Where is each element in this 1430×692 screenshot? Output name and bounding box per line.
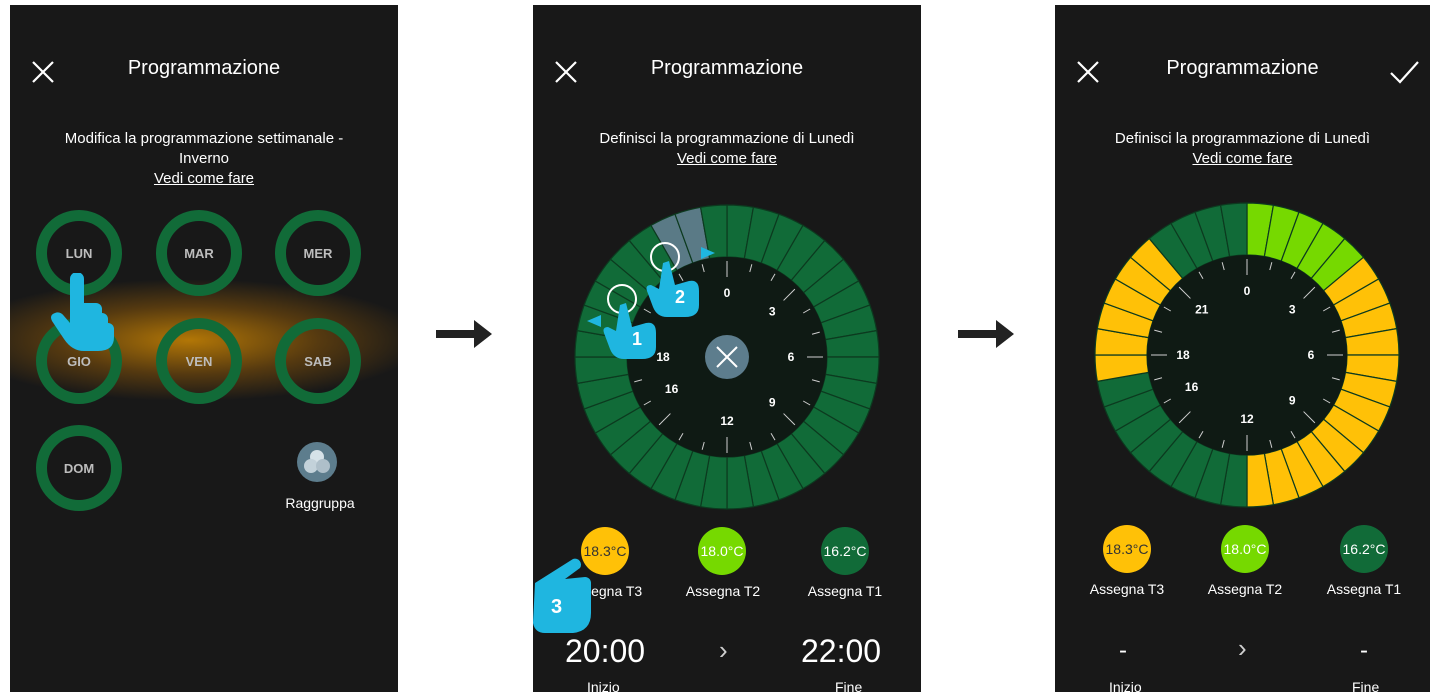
dial-hour-label: 6 [1308,348,1315,362]
chip-temp: 18.0°C [700,543,744,559]
day-mer[interactable]: MER [275,210,361,296]
day-label: VEN [185,353,213,369]
dial-hour-label: 16 [1185,380,1199,394]
dial-hour-label: 16 [665,382,679,396]
instruction-line-2: Inverno [178,150,230,167]
dial-hour-label: 18 [1176,348,1190,362]
step-number: 2 [675,287,685,307]
chip-label-t2: Assegna T2 [1207,581,1283,597]
chip-t1[interactable]: 16.2°C [821,527,869,575]
screen-day-selection: Programmazione Modifica la programmazion… [10,5,398,692]
dial-hour-label: 6 [788,350,795,364]
dial-hour-label: 21 [1195,303,1209,317]
chip-label-t3: Assegna T3 [1089,581,1165,597]
day-mar[interactable]: MAR [156,210,242,296]
instruction-text: Definisci la programmazione di Lunedì Ve… [533,129,921,169]
chip-t1[interactable]: 16.2°C [1340,525,1388,573]
group-icon [304,450,330,473]
screen-schedule-result: Programmazione Definisci la programmazio… [1055,5,1430,692]
temperature-wheel[interactable]: 03691216182112 [573,203,881,511]
day-ven[interactable]: VEN [156,318,242,404]
chip-label-t2: Assegna T2 [685,583,761,599]
help-link[interactable]: Vedi come fare [1055,149,1430,169]
page-title: Programmazione [127,57,281,79]
screen-schedule-editing: Programmazione Definisci la programmazio… [533,5,921,692]
day-label: LUN [65,245,93,261]
step-number: 3 [551,596,562,618]
tap-hand-icon [51,273,114,351]
start-label: Inizio [1109,679,1142,692]
instruction-line: Definisci la programmazione di Lunedì [1114,130,1371,147]
start-label: Inizio [587,679,620,692]
chevron-right-icon: › [1238,633,1247,663]
dial-hour-label: 0 [724,286,731,300]
dial-hour-label: 9 [1289,393,1296,407]
temperature-wheel[interactable]: 0 3 6 9 12 16 18 21 [1093,201,1401,509]
dial-hour-label: 3 [1289,303,1296,317]
help-link[interactable]: Vedi come fare [10,169,398,189]
end-time[interactable]: 22:00 [801,633,881,670]
help-link[interactable]: Vedi come fare [533,149,921,169]
chip-label-t1: Assegna T1 [807,583,883,599]
chevron-right-icon: › [719,635,728,665]
chip-t2[interactable]: 18.0°C [698,527,746,575]
chip-t3[interactable]: 18.3°C [1103,525,1151,573]
start-time[interactable]: 20:00 [565,633,645,670]
dial-hour-label: 9 [769,395,776,409]
instruction-line-1: Modifica la programmazione settimanale - [64,130,344,147]
chip-temp: 16.2°C [823,543,867,559]
step-hand-icon: 3 [533,558,591,633]
chip-temp: 18.0°C [1223,541,1267,557]
day-label: GIO [67,353,91,369]
page-title: Programmazione [650,57,804,79]
end-label: Fine [1352,679,1380,692]
group-label: Raggruppa [285,495,355,511]
dial-hour-label: 0 [1244,284,1251,298]
chip-t2[interactable]: 18.0°C [1221,525,1269,573]
end-value[interactable]: - [1360,637,1368,665]
dial-hour-label: 12 [720,414,734,428]
chip-temp: 16.2°C [1342,541,1386,557]
end-label: Fine [835,679,863,692]
day-label: SAB [304,353,332,369]
instruction-text: Modifica la programmazione settimanale -… [10,129,398,189]
chip-label-t1: Assegna T1 [1326,581,1402,597]
right-arrow-icon [436,320,492,348]
check-icon[interactable] [1388,57,1420,87]
dial-hour-label: 12 [1240,412,1254,426]
day-label: MAR [184,245,214,261]
dial-hour-label: 18 [656,350,670,364]
dial-hour-label: 3 [769,305,776,319]
start-value[interactable]: - [1119,637,1127,665]
day-label: MER [303,245,333,261]
day-dom[interactable]: DOM [36,425,122,511]
instruction-text: Definisci la programmazione di Lunedì Ve… [1055,129,1430,169]
page-title: Programmazione [1166,57,1319,79]
step-number: 1 [632,329,642,349]
group-button[interactable] [297,442,337,482]
chip-temp: 18.3°C [1105,541,1149,557]
day-sab[interactable]: SAB [275,318,361,404]
right-arrow-icon [958,320,1014,348]
day-label: DOM [63,460,95,476]
instruction-line: Definisci la programmazione di Lunedì [599,130,855,147]
